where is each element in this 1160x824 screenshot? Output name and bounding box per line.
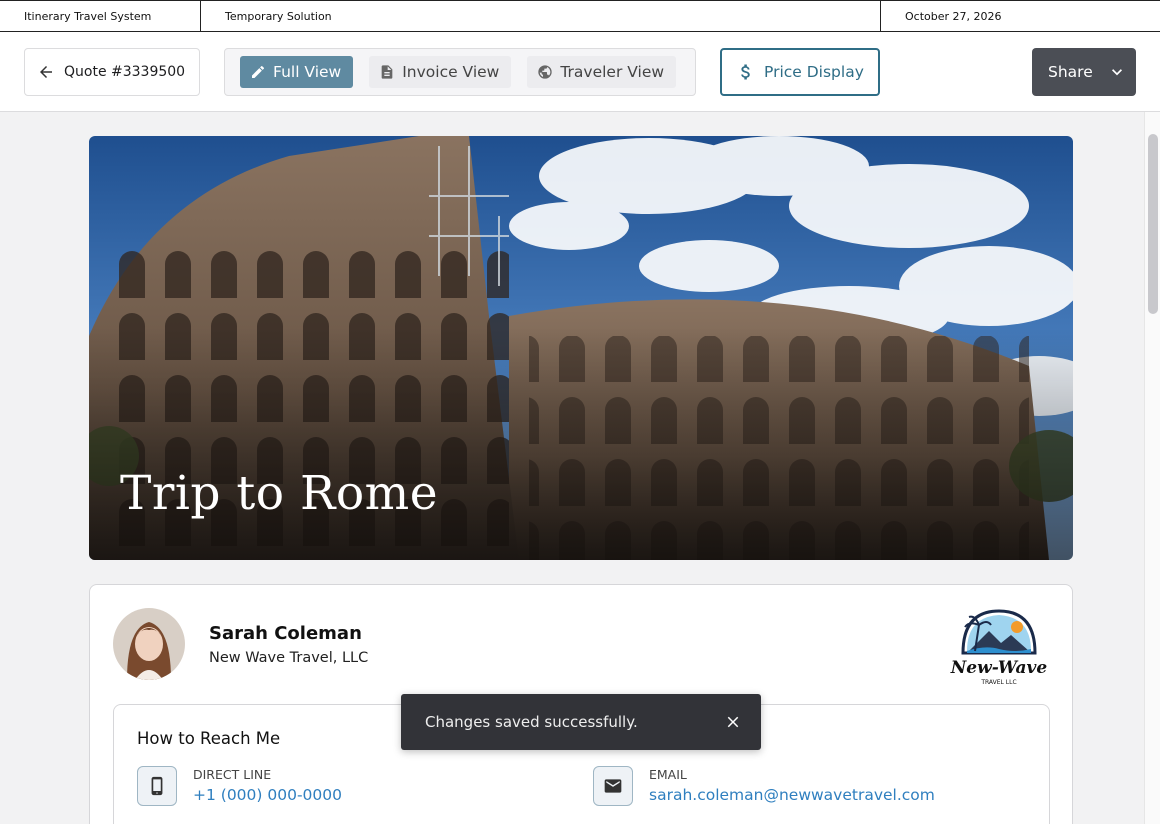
price-display-label: Price Display (764, 63, 864, 81)
tab-full-view[interactable]: Full View (240, 56, 354, 88)
share-label: Share (1048, 63, 1093, 81)
mail-icon (593, 766, 633, 806)
hero-banner: Trip to Rome (89, 136, 1073, 560)
view-switcher: Full View Invoice View Traveler View (224, 48, 696, 96)
dollar-icon (741, 64, 750, 80)
back-to-quote-button[interactable]: Quote #3339500 (24, 48, 200, 96)
avatar (113, 608, 185, 680)
agent-name: Sarah Coleman (209, 623, 362, 644)
company-logo: New-Wave TRAVEL LLC (945, 605, 1053, 691)
trip-title: Trip to Rome (120, 466, 439, 521)
contact-card-title: How to Reach Me (137, 729, 281, 748)
document-icon (381, 65, 393, 79)
scrollbar-thumb[interactable] (1148, 134, 1158, 314)
email-contact: EMAIL sarah.coleman@newwavetravel.com (593, 766, 935, 806)
tab-traveler-view-label: Traveler View (560, 63, 665, 81)
phone-contact: DIRECT LINE +1 (000) 000-0000 (137, 766, 342, 806)
agent-company: New Wave Travel, LLC (209, 650, 369, 666)
app-name: Itinerary Travel System (0, 1, 201, 31)
system-note: Temporary Solution (201, 1, 881, 31)
system-date: October 27, 2026 (905, 9, 1002, 23)
globe-icon (538, 65, 553, 79)
logo-subtext: TRAVEL LLC (980, 679, 1016, 686)
pencil-icon (252, 65, 264, 78)
tab-invoice-view-label: Invoice View (402, 63, 500, 81)
arrow-left-icon (40, 66, 52, 78)
quote-number: Quote #3339500 (64, 64, 186, 80)
tab-full-view-label: Full View (273, 63, 342, 81)
logo-text: New-Wave (950, 658, 1048, 678)
chevron-down-icon (1111, 69, 1122, 76)
phone-link[interactable]: +1 (000) 000-0000 (193, 786, 342, 804)
system-bar: Itinerary Travel System Temporary Soluti… (0, 0, 1160, 32)
share-button[interactable]: Share (1032, 48, 1136, 96)
page-scrollbar[interactable] (1144, 112, 1160, 824)
phone-label: DIRECT LINE (193, 767, 272, 782)
tab-traveler-view[interactable]: Traveler View (527, 56, 677, 88)
email-link[interactable]: sarah.coleman@newwavetravel.com (649, 786, 935, 804)
phone-icon (137, 766, 177, 806)
toolbar: Quote #3339500 Full View Invoice View Tr… (0, 32, 1160, 112)
price-display-button[interactable]: Price Display (720, 48, 880, 96)
toast-notification: Changes saved successfully. (401, 694, 761, 750)
toast-message: Changes saved successfully. (425, 713, 638, 731)
tab-invoice-view[interactable]: Invoice View (369, 56, 512, 88)
close-icon[interactable] (721, 710, 745, 734)
email-label: EMAIL (649, 767, 687, 782)
